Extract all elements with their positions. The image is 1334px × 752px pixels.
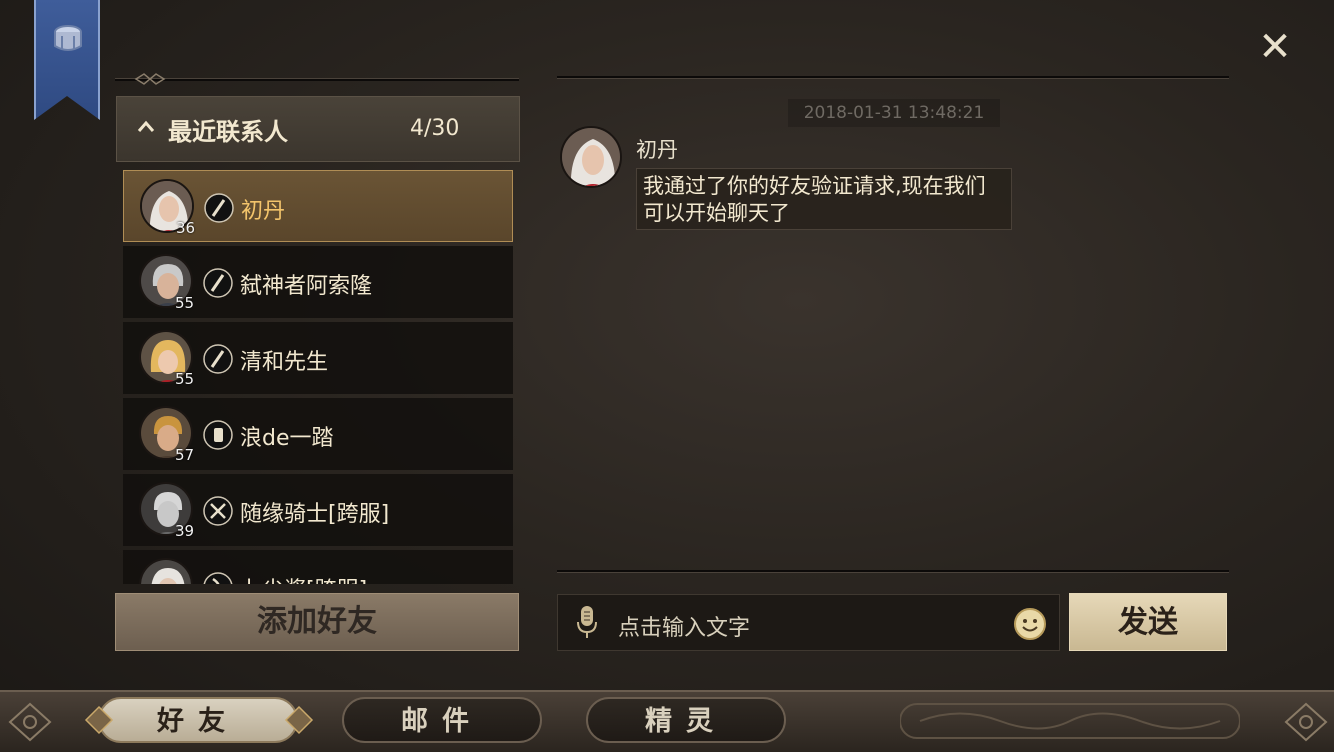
ornament-icon: [284, 705, 314, 735]
tab-spirits[interactable]: 精灵: [586, 697, 786, 743]
message-bubble: 我通过了你的好友验证请求,现在我们可以开始聊天了: [636, 168, 1012, 230]
contact-row[interactable]: 39 随缘骑士[跨服]: [123, 474, 513, 546]
bow-icon: [203, 572, 233, 584]
tab-mail[interactable]: 邮件: [342, 697, 542, 743]
divider: [557, 570, 1229, 573]
add-friend-button[interactable]: 添加好友: [115, 593, 519, 651]
ornament-icon: [134, 73, 166, 85]
tab-friends[interactable]: 好友: [98, 697, 298, 743]
level-badge: 55: [175, 294, 195, 312]
contact-row[interactable]: 55 弑神者阿索隆: [123, 246, 513, 318]
level-badge: 39: [175, 522, 195, 540]
contact-row[interactable]: 卜尘酱[跨服]: [123, 550, 513, 584]
chevron-up-icon[interactable]: [136, 118, 156, 134]
send-button[interactable]: 发送: [1069, 593, 1227, 651]
crossed-swords-icon: [203, 496, 233, 526]
contact-name: 卜尘酱[跨服]: [240, 572, 367, 584]
ornament-icon: [84, 705, 114, 735]
chat-input-placeholder[interactable]: 点击输入文字: [618, 610, 750, 642]
level-badge: 57: [175, 446, 195, 464]
message-sender: 初丹: [636, 138, 678, 162]
drum-icon: [54, 25, 82, 51]
message-timestamp: 2018-01-31 13:48:21: [788, 99, 1000, 127]
guild-banner: [34, 0, 100, 120]
contact-name: 清和先生: [240, 350, 329, 375]
contact-row[interactable]: 36 初丹: [123, 170, 513, 242]
staff-icon: [204, 193, 234, 223]
contact-name: 浪de一踏: [240, 426, 334, 451]
ornament-icon: [1284, 702, 1328, 742]
staff-icon: [203, 268, 233, 298]
contact-row[interactable]: 57 浪de一踏: [123, 398, 513, 470]
contact-name: 初丹: [241, 199, 286, 224]
decorative-pattern: [900, 703, 1240, 739]
divider: [115, 78, 519, 81]
divider: [557, 76, 1229, 79]
contact-name: 弑神者阿索隆: [240, 274, 373, 299]
staff-icon: [203, 344, 233, 374]
section-title: 最近联系人: [168, 117, 288, 146]
level-badge: 55: [175, 370, 195, 388]
level-badge: 36: [176, 219, 196, 237]
emoji-icon[interactable]: [1013, 607, 1047, 641]
microphone-icon[interactable]: [575, 604, 599, 640]
avatar: [139, 558, 193, 584]
contact-row[interactable]: 55 清和先生: [123, 322, 513, 394]
avatar[interactable]: [560, 126, 622, 188]
gauntlet-icon: [203, 420, 233, 450]
ornament-icon: [8, 702, 52, 742]
contact-count: 4/30: [410, 116, 460, 141]
close-button[interactable]: ✕: [1256, 27, 1294, 67]
contact-list[interactable]: 36 初丹 55 弑神者阿索隆 55 清和先生 57 浪de一踏 39 随缘骑士…: [123, 170, 513, 584]
contact-name: 随缘骑士[跨服]: [240, 502, 390, 527]
